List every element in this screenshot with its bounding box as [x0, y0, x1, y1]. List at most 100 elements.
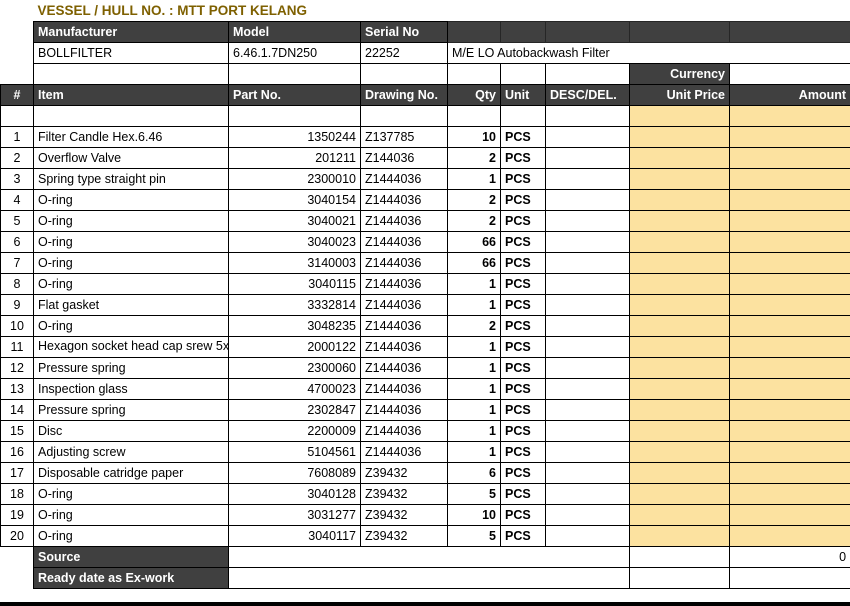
- cell-desc-del[interactable]: [545, 377, 630, 400]
- cell-item: O-ring: [33, 272, 229, 295]
- cell-amount[interactable]: [728, 461, 850, 484]
- cell-amount[interactable]: [728, 209, 850, 232]
- cell-unit-price[interactable]: [629, 524, 730, 547]
- cell-unit-price[interactable]: [629, 356, 730, 379]
- source-value[interactable]: [228, 545, 630, 568]
- source-row-spacer: [0, 546, 34, 567]
- cell-unit-price[interactable]: [629, 335, 730, 358]
- spreadsheet-sheet: VESSEL / HULL NO. : MTT PORT KELANG Manu…: [0, 0, 850, 606]
- cell-qty: 1: [447, 377, 501, 400]
- value-manufacturer[interactable]: BOLLFILTER: [33, 41, 229, 64]
- cell-amount[interactable]: [728, 503, 850, 526]
- cell-amount[interactable]: [728, 251, 850, 274]
- cell-amount[interactable]: [728, 293, 850, 316]
- cell-desc-del[interactable]: [545, 188, 630, 211]
- cell-desc-del[interactable]: [545, 230, 630, 253]
- cell-amount[interactable]: [728, 482, 850, 505]
- cell-amount[interactable]: [728, 230, 850, 253]
- cell-unit-price[interactable]: [629, 482, 730, 505]
- value-model[interactable]: 6.46.1.7DN250: [228, 41, 361, 64]
- info-header-filler-desc: [545, 20, 630, 43]
- cell-num: 18: [0, 482, 34, 505]
- cell-num: 2: [0, 146, 34, 169]
- cell-unit-price[interactable]: [629, 419, 730, 442]
- cell-num: 15: [0, 419, 34, 442]
- cell-unit-price[interactable]: [629, 230, 730, 253]
- cell-part-no: 3040023: [228, 230, 361, 253]
- info-value-row: BOLLFILTER 6.46.1.7DN250 22252 M/E LO Au…: [0, 41, 850, 64]
- cell-amount[interactable]: [728, 419, 850, 442]
- cell-unit-price[interactable]: [629, 209, 730, 232]
- cell-unit-price[interactable]: [629, 293, 730, 316]
- cell-desc-del[interactable]: [545, 146, 630, 169]
- cell-unit-price[interactable]: [629, 146, 730, 169]
- table-row: 16 Adjusting screw 5104561 Z1444036 1 PCS: [0, 440, 850, 463]
- cell-desc-del[interactable]: [545, 335, 630, 358]
- cell-amount[interactable]: [728, 314, 850, 337]
- cell-unit-price[interactable]: [629, 377, 730, 400]
- col-header-unit-price: Unit Price: [629, 83, 730, 106]
- empty-lead-item: [33, 104, 229, 127]
- cell-unit-price[interactable]: [629, 314, 730, 337]
- cell-item: Hexagon socket head cap srew 5x12: [33, 335, 229, 358]
- cell-desc-del[interactable]: [545, 398, 630, 421]
- cell-unit-price[interactable]: [629, 461, 730, 484]
- cell-desc-del[interactable]: [545, 272, 630, 295]
- cell-unit-price[interactable]: [629, 398, 730, 421]
- cell-desc-del[interactable]: [545, 251, 630, 274]
- cell-desc-del[interactable]: [545, 440, 630, 463]
- cell-amount[interactable]: [728, 524, 850, 547]
- cell-amount[interactable]: [728, 377, 850, 400]
- cell-desc-del[interactable]: [545, 461, 630, 484]
- cell-desc-del[interactable]: [545, 209, 630, 232]
- cell-desc-del[interactable]: [545, 419, 630, 442]
- cell-qty: 66: [447, 251, 501, 274]
- page-title: VESSEL / HULL NO. : MTT PORT KELANG: [33, 0, 850, 21]
- cell-unit-price[interactable]: [629, 272, 730, 295]
- cell-unit-price[interactable]: [629, 251, 730, 274]
- table-row: 17 Disposable catridge paper 7608089 Z39432…: [0, 461, 850, 484]
- cell-amount[interactable]: [728, 125, 850, 148]
- cell-desc-del[interactable]: [545, 293, 630, 316]
- cell-unit-price[interactable]: [629, 440, 730, 463]
- cell-desc-del[interactable]: [545, 314, 630, 337]
- cell-desc-del[interactable]: [545, 503, 630, 526]
- cell-amount[interactable]: [728, 356, 850, 379]
- cell-amount[interactable]: [728, 188, 850, 211]
- cell-part-no: 3040117: [228, 524, 361, 547]
- col-header-serial-no: Serial No: [360, 20, 448, 43]
- cell-drawing-no: Z39432: [360, 482, 448, 505]
- currency-filler-item: [33, 62, 229, 85]
- cell-desc-del[interactable]: [545, 482, 630, 505]
- cell-qty: 66: [447, 230, 501, 253]
- cell-num: 9: [0, 293, 34, 316]
- cell-unit: PCS: [500, 503, 546, 526]
- cell-desc-del[interactable]: [545, 356, 630, 379]
- ready-date-row: Ready date as Ex-work: [0, 566, 850, 589]
- ready-date-value[interactable]: [228, 566, 630, 589]
- value-serial-no[interactable]: 22252: [360, 41, 448, 64]
- empty-lead-amount[interactable]: [728, 104, 850, 127]
- cell-unit-price[interactable]: [629, 167, 730, 190]
- value-equipment-description[interactable]: M/E LO Autobackwash Filter: [446, 41, 850, 64]
- cell-amount[interactable]: [728, 146, 850, 169]
- cell-amount[interactable]: [728, 398, 850, 421]
- cell-unit-price[interactable]: [629, 125, 730, 148]
- cell-unit-price[interactable]: [629, 503, 730, 526]
- cell-amount[interactable]: [728, 440, 850, 463]
- cell-unit-price[interactable]: [629, 188, 730, 211]
- cell-amount[interactable]: [728, 167, 850, 190]
- cell-unit: PCS: [500, 314, 546, 337]
- cell-qty: 10: [447, 503, 501, 526]
- cell-desc-del[interactable]: [545, 167, 630, 190]
- cell-num: 7: [0, 251, 34, 274]
- cell-desc-del[interactable]: [545, 125, 630, 148]
- cell-part-no: 3040154: [228, 188, 361, 211]
- currency-value[interactable]: [728, 62, 850, 85]
- cell-amount[interactable]: [728, 335, 850, 358]
- empty-lead-unitprice[interactable]: [629, 104, 730, 127]
- cell-desc-del[interactable]: [545, 524, 630, 547]
- cell-qty: 6: [447, 461, 501, 484]
- table-row: 6 O-ring 3040023 Z1444036 66 PCS: [0, 230, 850, 253]
- cell-amount[interactable]: [728, 272, 850, 295]
